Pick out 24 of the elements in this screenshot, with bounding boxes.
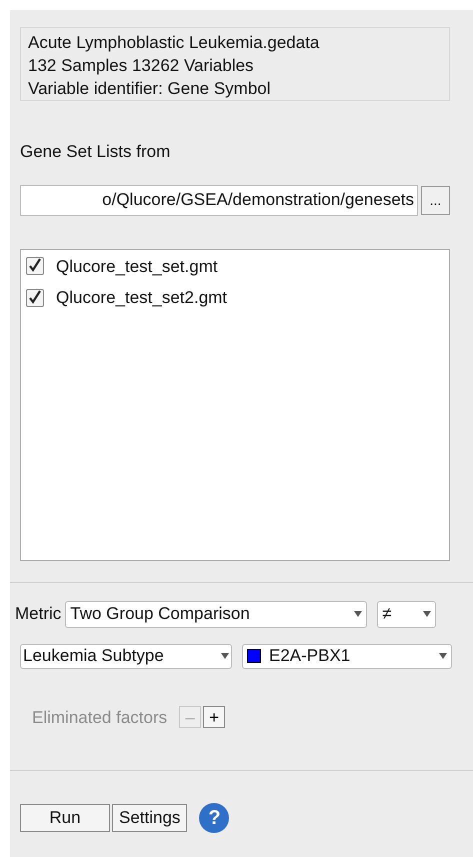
gene-set-name[interactable]: Qlucore_test_set.gmt — [56, 254, 218, 279]
gene-set-name[interactable]: Qlucore_test_set2.gmt — [56, 285, 228, 310]
group-name: E2A-PBX1 — [269, 645, 350, 668]
help-button[interactable]: ? — [199, 803, 230, 833]
caret-icon — [354, 611, 362, 617]
browse-button[interactable]: ... — [421, 186, 450, 214]
caret-icon — [423, 611, 432, 617]
checkbox[interactable] — [26, 257, 44, 276]
caret-icon — [221, 653, 229, 659]
info-text: Variable identifier: Gene Symbol — [28, 78, 272, 100]
settings-button[interactable]: Settings — [112, 804, 188, 832]
operator-dropdown[interactable]: ≠ — [377, 600, 436, 628]
checkbox[interactable] — [26, 288, 44, 307]
gene-sets-label: Gene Set Lists from — [20, 141, 172, 163]
run-button[interactable]: Run — [20, 804, 110, 832]
variable-dropdown[interactable]: Leukemia Subtype — [20, 644, 232, 668]
info-text: Acute Lymphoblastic Leukemia.gedata — [28, 32, 320, 54]
group-dropdown[interactable]: E2A-PBX1 — [242, 644, 452, 668]
path-field[interactable]: o/Qlucore/GSEA/demonstration/genesets — [20, 184, 418, 216]
metric-dropdown[interactable]: Two Group Comparison — [65, 600, 368, 628]
metric-label: Metric — [15, 603, 62, 626]
caret-icon — [439, 653, 447, 659]
eliminated-factors-label: Eliminated factors — [32, 706, 168, 728]
info-text: 132 Samples 13262 Variables — [28, 55, 255, 77]
